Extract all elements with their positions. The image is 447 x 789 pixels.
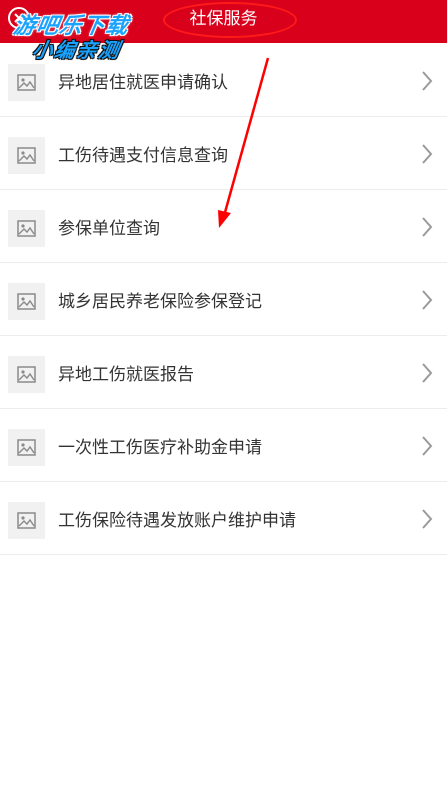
chevron-right-icon [422, 217, 433, 237]
image-placeholder-icon [8, 502, 45, 539]
chevron-right-icon [422, 144, 433, 164]
image-placeholder-icon [8, 137, 45, 174]
list-item[interactable]: 参保单位查询 [0, 190, 447, 263]
list-item-label: 工伤待遇支付信息查询 [58, 146, 228, 166]
chevron-right-icon [422, 71, 433, 91]
list-item[interactable]: 一次性工伤医疗补助金申请 [0, 409, 447, 482]
list-item-label: 异地工伤就医报告 [58, 365, 194, 385]
list-item[interactable]: 异地居住就医申请确认 [0, 44, 447, 117]
list-item-label: 参保单位查询 [58, 219, 160, 239]
image-placeholder-icon [8, 283, 45, 320]
chevron-right-icon [422, 290, 433, 310]
list-item-label: 工伤保险待遇发放账户维护申请 [58, 511, 296, 531]
list-item-label: 城乡居民养老保险参保登记 [58, 292, 262, 312]
list-item[interactable]: 城乡居民养老保险参保登记 [0, 263, 447, 336]
chevron-right-icon [422, 509, 433, 529]
image-placeholder-icon [8, 429, 45, 466]
chevron-right-icon [422, 436, 433, 456]
list-item[interactable]: 工伤待遇支付信息查询 [0, 117, 447, 190]
image-placeholder-icon [8, 356, 45, 393]
image-placeholder-icon [8, 210, 45, 247]
list-item[interactable]: 异地工伤就医报告 [0, 336, 447, 409]
title-highlight-ellipse [163, 2, 297, 38]
list-item-label: 异地居住就医申请确认 [58, 73, 228, 93]
list-item-label: 一次性工伤医疗补助金申请 [58, 438, 262, 458]
chevron-right-icon [422, 363, 433, 383]
image-placeholder-icon [8, 64, 45, 101]
service-list: 异地居住就医申请确认 工伤待遇支付信息查询 参保单位查询 城乡居民养老保险参保登… [0, 44, 447, 555]
list-item[interactable]: 工伤保险待遇发放账户维护申请 [0, 482, 447, 555]
